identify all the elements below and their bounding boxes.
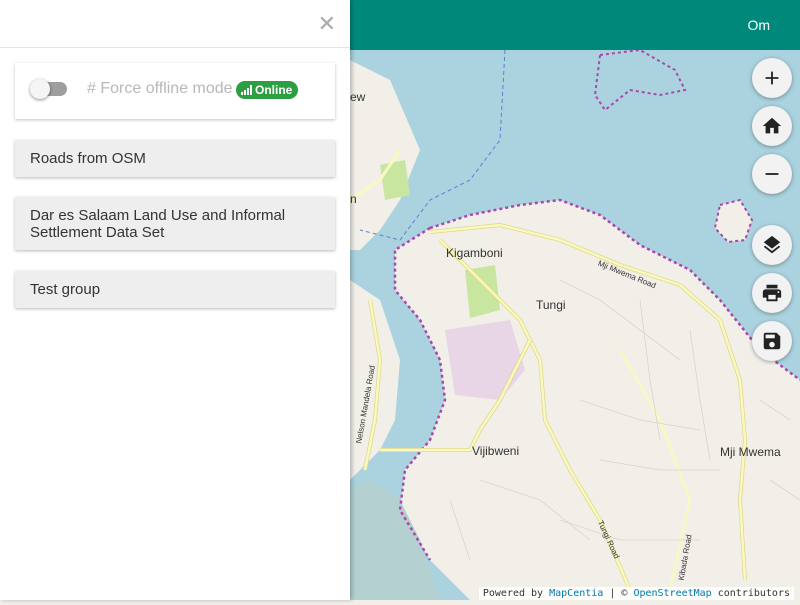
save-button[interactable]: [752, 321, 792, 361]
layer-group-test[interactable]: Test group: [15, 271, 335, 308]
printer-icon: [762, 284, 782, 302]
save-icon: [763, 332, 781, 350]
print-button[interactable]: [752, 273, 792, 313]
layer-group-label: Test group: [30, 281, 101, 298]
status-badge-text: Online: [255, 83, 293, 97]
toggle-knob: [30, 79, 50, 99]
layer-group-label: Roads from OSM: [30, 150, 146, 167]
user-menu[interactable]: Om: [747, 17, 770, 33]
layer-group-roads-osm[interactable]: Roads from OSM: [15, 140, 335, 177]
layer-panel: ✕ # Force offline mode Online Roads from…: [0, 0, 350, 600]
offline-mode-label: # Force offline mode: [87, 80, 233, 97]
map-label-tungi: Tungi: [536, 298, 566, 312]
home-icon: [762, 117, 782, 134]
signal-icon: [241, 85, 252, 95]
map-label-kigamboni: Kigamboni: [446, 246, 503, 260]
map-label-edge-ew: ew: [350, 90, 366, 104]
attribution-contributors: contributors: [717, 588, 790, 599]
layers-button[interactable]: [752, 225, 792, 265]
zoom-in-button[interactable]: [752, 58, 792, 98]
map-attribution: Powered by MapCentia | © OpenStreetMap c…: [478, 587, 794, 600]
attribution-mapcentia-link[interactable]: MapCentia: [549, 588, 603, 599]
layers-icon: [763, 235, 781, 254]
close-icon[interactable]: ✕: [318, 13, 336, 35]
panel-header: ✕: [0, 0, 350, 48]
attribution-powered-by: Powered by: [482, 588, 544, 599]
attribution-osm-link[interactable]: OpenStreetMap: [633, 588, 711, 599]
offline-mode-toggle[interactable]: [30, 79, 67, 99]
map-label-vijibweni: Vijibweni: [472, 444, 520, 458]
map-label-edge-n: n: [350, 192, 357, 206]
plus-icon: [765, 71, 779, 85]
offline-mode-card: # Force offline mode Online: [15, 63, 335, 119]
layer-group-dar-land-use[interactable]: Dar es Salaam Land Use and Informal Sett…: [15, 197, 335, 250]
layer-group-label: Dar es Salaam Land Use and Informal Sett…: [30, 206, 286, 241]
status-badge: Online: [236, 81, 299, 99]
attribution-separator: | ©: [609, 588, 628, 599]
minus-icon: [765, 173, 779, 175]
home-button[interactable]: [752, 106, 792, 146]
zoom-out-button[interactable]: [752, 154, 792, 194]
map-label-mji-mwema: Mji Mwema: [720, 445, 781, 459]
